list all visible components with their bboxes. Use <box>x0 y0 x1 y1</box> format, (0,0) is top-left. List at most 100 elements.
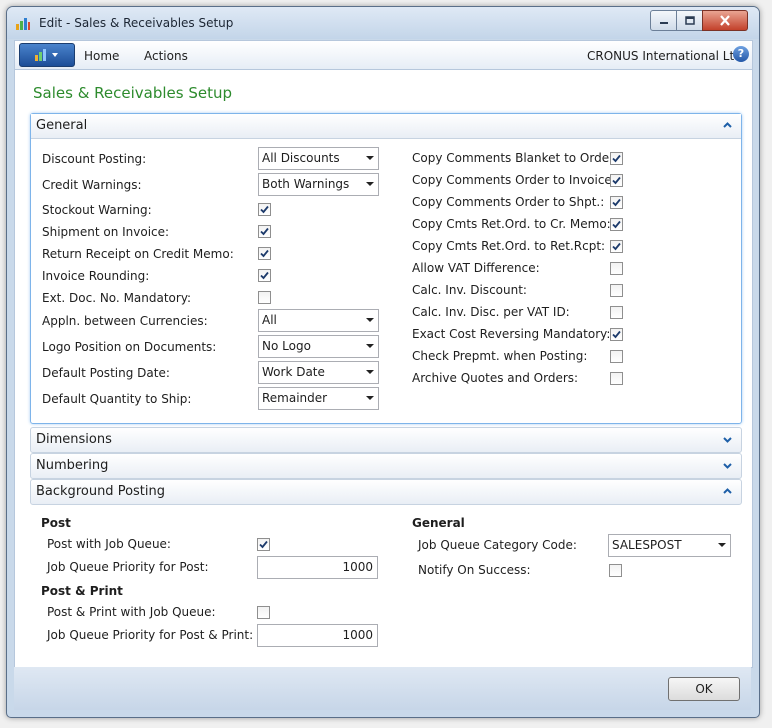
numbering-fasttab[interactable]: Numbering <box>30 453 742 479</box>
check-prepmt-checkbox[interactable] <box>610 350 623 363</box>
logo-position-select[interactable]: No Logo <box>258 335 379 358</box>
jq-priority-post-value: 1000 <box>342 560 373 574</box>
general-fasttab: General Discount Posting: All Discounts … <box>30 113 742 424</box>
chevron-down-icon[interactable] <box>722 460 733 471</box>
return-receipt-label: Return Receipt on Credit Memo: <box>42 247 234 261</box>
stockout-warning-checkbox[interactable] <box>258 203 271 216</box>
checkmark-icon <box>260 249 269 258</box>
copy-comments-blanket-checkbox[interactable] <box>610 152 623 165</box>
default-posting-date-select[interactable]: Work Date <box>258 361 379 384</box>
close-button[interactable] <box>702 10 748 31</box>
copy-cmts-cr-memo-label: Copy Cmts Ret.Ord. to Cr. Memo: <box>412 217 611 231</box>
checkmark-icon <box>260 205 269 214</box>
checkmark-icon <box>260 271 269 280</box>
page-content: Sales & Receivables Setup General Discou… <box>14 69 753 668</box>
allow-vat-diff-checkbox[interactable] <box>610 262 623 275</box>
discount-posting-label: Discount Posting: <box>42 152 147 166</box>
post-with-jq-checkbox[interactable] <box>257 538 270 551</box>
maximize-button[interactable] <box>676 10 703 31</box>
archive-quotes-checkbox[interactable] <box>610 372 623 385</box>
minimize-icon <box>659 21 668 24</box>
checkmark-icon <box>612 176 621 185</box>
help-icon[interactable]: ? <box>733 46 749 62</box>
chevron-up-icon[interactable] <box>722 486 733 497</box>
ext-doc-mandatory-checkbox[interactable] <box>258 291 271 304</box>
jq-category-code-select[interactable]: SALESPOST <box>608 534 731 557</box>
chevron-down-icon[interactable] <box>722 434 733 445</box>
chevron-up-icon[interactable] <box>722 120 733 131</box>
checkmark-icon <box>260 227 269 236</box>
chevron-down-icon <box>366 396 374 400</box>
dialog-window: Edit - Sales & Receivables Setup Home Ac… <box>6 6 760 718</box>
chevron-down-icon <box>366 370 374 374</box>
invoice-rounding-label: Invoice Rounding: <box>42 269 150 283</box>
discount-posting-select[interactable]: All Discounts <box>258 147 379 170</box>
copy-comments-invoice-label: Copy Comments Order to Invoice: <box>412 173 616 187</box>
shipment-on-invoice-checkbox[interactable] <box>258 225 271 238</box>
copy-cmts-ret-rcpt-label: Copy Cmts Ret.Ord. to Ret.Rcpt: <box>412 239 606 253</box>
jq-category-code-label: Job Queue Category Code: <box>418 538 577 552</box>
chevron-down-icon <box>366 156 374 160</box>
copy-cmts-ret-rcpt-checkbox[interactable] <box>610 240 623 253</box>
jq-priority-post-input[interactable]: 1000 <box>257 556 378 579</box>
return-receipt-checkbox[interactable] <box>258 247 271 260</box>
post-print-with-jq-label: Post & Print with Job Queue: <box>47 605 216 619</box>
discount-posting-value: All Discounts <box>262 151 340 165</box>
shipment-on-invoice-label: Shipment on Invoice: <box>42 225 170 239</box>
numbering-tab-label: Numbering <box>36 458 109 473</box>
copy-comments-invoice-checkbox[interactable] <box>610 174 623 187</box>
chevron-down-icon <box>366 318 374 322</box>
menu-home[interactable]: Home <box>84 49 119 63</box>
maximize-icon <box>684 16 695 25</box>
default-qty-ship-select[interactable]: Remainder <box>258 387 379 410</box>
general-group-heading: General <box>412 516 465 530</box>
checkmark-icon <box>612 330 621 339</box>
general-tab-header[interactable]: General <box>31 114 741 139</box>
appln-currencies-label: Appln. between Currencies: <box>42 314 208 328</box>
post-print-with-jq-checkbox[interactable] <box>257 606 270 619</box>
jq-category-code-value: SALESPOST <box>612 538 682 552</box>
archive-quotes-label: Archive Quotes and Orders: <box>412 371 579 385</box>
notify-on-success-checkbox[interactable] <box>609 564 622 577</box>
calc-inv-discount-label: Calc. Inv. Discount: <box>412 283 527 297</box>
checkmark-icon <box>259 540 268 549</box>
page-title: Sales & Receivables Setup <box>33 84 233 102</box>
post-group-heading: Post <box>41 516 71 530</box>
menu-actions[interactable]: Actions <box>144 49 188 63</box>
jq-priority-post-print-input[interactable]: 1000 <box>257 624 378 647</box>
dynamics-logo-icon <box>35 49 58 61</box>
invoice-rounding-checkbox[interactable] <box>258 269 271 282</box>
copy-cmts-cr-memo-checkbox[interactable] <box>610 218 623 231</box>
background-posting-fasttab[interactable]: Background Posting <box>30 479 742 505</box>
title-bar[interactable]: Edit - Sales & Receivables Setup <box>7 7 759 39</box>
checkmark-icon <box>612 220 621 229</box>
ok-button[interactable]: OK <box>668 677 740 701</box>
window-title: Edit - Sales & Receivables Setup <box>39 16 234 30</box>
copy-comments-blanket-label: Copy Comments Blanket to Order: <box>412 151 618 165</box>
exact-cost-reversing-label: Exact Cost Reversing Mandatory: <box>412 327 611 341</box>
minimize-button[interactable] <box>650 10 677 31</box>
dialog-footer: OK <box>14 667 751 710</box>
logo-position-label: Logo Position on Documents: <box>42 340 217 354</box>
appln-currencies-select[interactable]: All <box>258 309 379 332</box>
post-print-group-heading: Post & Print <box>41 584 123 598</box>
application-menu-button[interactable] <box>19 43 75 67</box>
dynamics-nav-icon <box>16 18 30 30</box>
credit-warnings-select[interactable]: Both Warnings <box>258 173 379 196</box>
calc-inv-disc-vat-label: Calc. Inv. Disc. per VAT ID: <box>412 305 570 319</box>
default-posting-date-value: Work Date <box>262 365 325 379</box>
credit-warnings-label: Credit Warnings: <box>42 178 142 192</box>
copy-comments-shpt-label: Copy Comments Order to Shpt.: <box>412 195 605 209</box>
general-tab-label: General <box>36 118 88 133</box>
ext-doc-mandatory-label: Ext. Doc. No. Mandatory: <box>42 291 192 305</box>
close-icon <box>720 15 730 26</box>
default-qty-ship-label: Default Quantity to Ship: <box>42 392 192 406</box>
dimensions-tab-label: Dimensions <box>36 432 112 447</box>
checkmark-icon <box>612 242 621 251</box>
calc-inv-discount-checkbox[interactable] <box>610 284 623 297</box>
exact-cost-reversing-checkbox[interactable] <box>610 328 623 341</box>
copy-comments-shpt-checkbox[interactable] <box>610 196 623 209</box>
company-name: CRONUS International Ltd. <box>587 49 746 63</box>
dimensions-fasttab[interactable]: Dimensions <box>30 427 742 453</box>
calc-inv-disc-vat-checkbox[interactable] <box>610 306 623 319</box>
